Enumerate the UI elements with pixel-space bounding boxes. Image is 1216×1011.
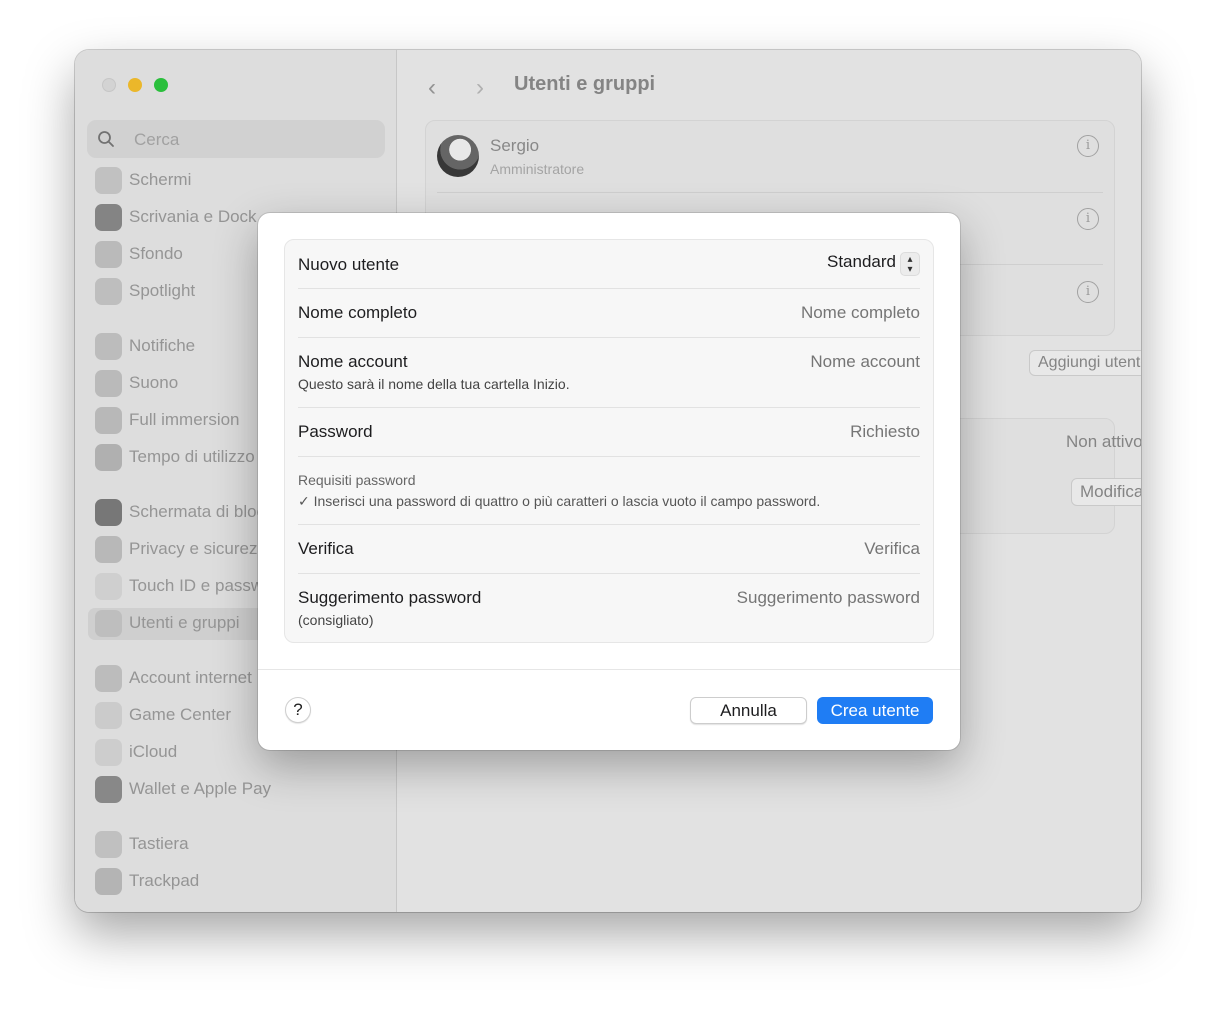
divider bbox=[298, 337, 920, 338]
password-hint-row: Suggerimento password (consigliato) bbox=[298, 588, 920, 634]
new-user-label: Nuovo utente bbox=[298, 255, 400, 274]
divider bbox=[298, 407, 920, 408]
divider bbox=[298, 524, 920, 525]
new-user-dialog: Nuovo utente Standard ▴ ▾ Nome completo N… bbox=[258, 213, 960, 750]
account-type-select[interactable]: Standard ▴ ▾ bbox=[827, 252, 920, 278]
account-name-hint: Questo sarà il nome della tua cartella I… bbox=[298, 376, 570, 392]
full-name-label: Nome completo bbox=[298, 303, 418, 322]
password-row: Password bbox=[298, 422, 920, 448]
password-requirements: Requisiti password ✓ Inserisci una passw… bbox=[298, 472, 920, 516]
account-type-value: Standard bbox=[827, 252, 896, 271]
account-name-field[interactable] bbox=[620, 352, 920, 372]
password-label: Password bbox=[298, 422, 373, 441]
divider bbox=[298, 456, 920, 457]
verify-row: Verifica bbox=[298, 539, 920, 565]
account-name-label: Nome account bbox=[298, 352, 408, 371]
new-user-form: Nuovo utente Standard ▴ ▾ Nome completo N… bbox=[284, 239, 934, 643]
password-hint-label: Suggerimento password bbox=[298, 588, 482, 607]
account-type-row: Nuovo utente Standard ▴ ▾ bbox=[298, 252, 920, 280]
full-name-row: Nome completo bbox=[298, 303, 920, 329]
requirements-title: Requisiti password bbox=[298, 472, 416, 488]
divider bbox=[298, 573, 920, 574]
full-name-field[interactable] bbox=[620, 303, 920, 323]
cancel-button[interactable]: Annulla bbox=[690, 697, 807, 724]
divider bbox=[258, 669, 960, 670]
password-field[interactable] bbox=[620, 422, 920, 442]
verify-field[interactable] bbox=[620, 539, 920, 559]
password-hint-sub: (consigliato) bbox=[298, 612, 374, 628]
create-user-button[interactable]: Crea utente bbox=[817, 697, 933, 724]
password-hint-field[interactable] bbox=[600, 588, 920, 608]
verify-label: Verifica bbox=[298, 539, 354, 558]
requirements-text: ✓ Inserisci una password di quattro o pi… bbox=[298, 493, 821, 509]
help-button[interactable]: ? bbox=[285, 697, 311, 723]
chevron-updown-icon: ▴ ▾ bbox=[900, 252, 920, 276]
account-name-row: Nome account Questo sarà il nome della t… bbox=[298, 352, 920, 400]
divider bbox=[298, 288, 920, 289]
